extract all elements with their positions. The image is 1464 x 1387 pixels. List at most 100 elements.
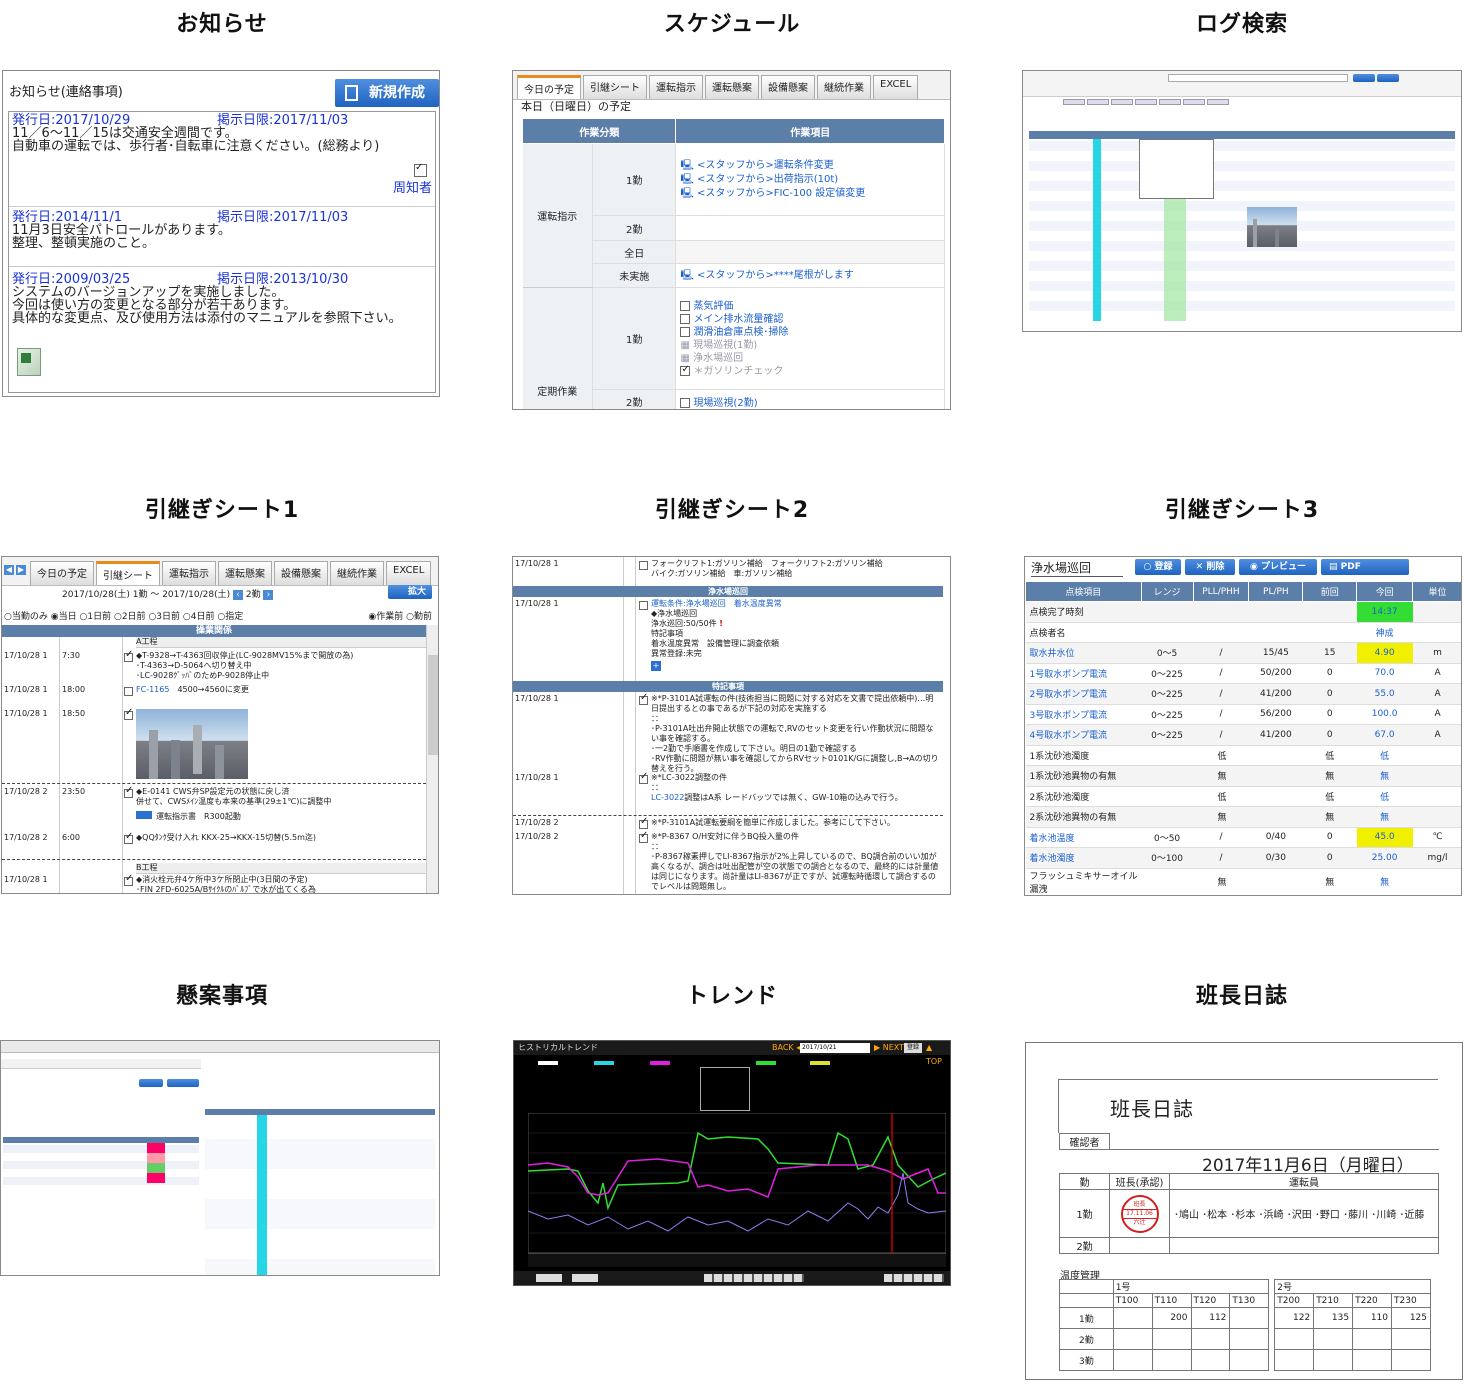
filter-radios: ○当勤のみ ◉当日 ○1日前 ○2日前 ○3日前 ○4日前 ○指定 — [4, 612, 244, 622]
tab-instruction[interactable]: 運転指示 — [649, 75, 703, 99]
task-item[interactable]: ▦ 現場巡視(1勤) — [680, 339, 944, 352]
section-header: 特記事項 — [513, 681, 943, 692]
sort-radios: ◉作業前 ○勤前 — [368, 612, 432, 622]
ack-link[interactable]: 周知者 — [393, 182, 432, 195]
tab-continuous[interactable]: 継続作業 — [817, 75, 871, 99]
tab-today[interactable]: 今日の予定 — [30, 561, 94, 585]
inspection-table: 点検項目 レンジ PLL/PHH PL/PH 前回 今回 単位 点検完了時刻 14:37 点検者… — [1025, 581, 1461, 895]
ack-checkbox[interactable] — [414, 161, 427, 177]
task-item[interactable]: ▦ 浄水場巡回 — [680, 352, 944, 365]
notice-header: お知らせ(連絡事項) — [9, 85, 123, 100]
column-header: T200 — [1274, 1293, 1315, 1308]
notice-item: 発行日:2014/11/1 掲示日限:2017/11/03 11月3日安全パトロー… — [12, 210, 349, 251]
prev-arrow-icon[interactable]: ◀ — [4, 565, 14, 575]
trend-chart[interactable] — [528, 1113, 946, 1253]
expand-button[interactable]: 拡大 — [388, 585, 432, 599]
task-item[interactable]: 蒸気評価 — [680, 300, 944, 313]
back-button[interactable]: BACK ◀ — [772, 1041, 802, 1055]
task-item[interactable]: 潤滑油倉庫点検･掃除 — [680, 326, 944, 339]
new-notice-button[interactable]: 新規作成 — [335, 79, 439, 107]
next-button[interactable]: ▶ NEXT — [874, 1041, 904, 1055]
pdf-button[interactable]: ▤ PDF — [1321, 559, 1409, 575]
title-handover-3: 引継ぎシート3 — [1164, 498, 1320, 523]
link-badge-icon[interactable] — [136, 811, 152, 819]
notice-item: 発行日:2017/10/29 掲示日限:2017/11/03 11／6～11／15… — [12, 114, 432, 204]
table-row: 1号取水ポンプ電流 0～225/50/200 0 70.0 A — [1025, 663, 1461, 684]
pending-new-button[interactable] — [167, 1079, 199, 1087]
plant-photo[interactable] — [136, 709, 248, 779]
tab-op-issue[interactable]: 運転懸案 — [705, 75, 759, 99]
tab-equip-issue[interactable]: 設備懸案 — [274, 561, 328, 585]
column-header: T120 — [1190, 1293, 1231, 1308]
title-trend: トレンド — [685, 984, 778, 1009]
inspection-title: 浄水場巡回 — [1031, 559, 1123, 577]
column-header: T130 — [1229, 1293, 1270, 1308]
table-row: 点検完了時刻 14:37 — [1025, 601, 1461, 623]
log-search-panel — [1022, 70, 1462, 332]
table-row: 1系沈砂池濁度低低低 — [1025, 745, 1461, 766]
scrollbar[interactable] — [426, 625, 438, 893]
register-button[interactable]: ○ 登録 — [1135, 559, 1181, 575]
task-item[interactable]: ＊ガソリンチェック — [680, 363, 944, 378]
column-header: 今回 — [1356, 581, 1414, 602]
handover1-list: A工程 17/10/28 17:30 ◆T-9328→T-4363回収停止(LC… — [2, 637, 426, 893]
trend-titlebar: ヒストリカルトレンド BACK ◀ 2017/10/21 ▶ NEXT 登録 ▲… — [514, 1041, 950, 1066]
task-item[interactable]: メイン排水流量確認 — [680, 313, 944, 326]
pending-detail — [205, 1109, 435, 1275]
excel-attachment-icon[interactable] — [17, 348, 41, 376]
column-header: T210 — [1313, 1293, 1354, 1308]
handover1-panel: 今日の予定 引継シート 運転指示 運転懸案 設備懸案 継続作業 EXCEL ◀ … — [1, 556, 439, 894]
tab-today[interactable]: 今日の予定 — [517, 75, 581, 99]
log-search-input[interactable] — [1168, 74, 1348, 82]
log-output-button[interactable] — [1377, 74, 1399, 82]
date-select[interactable]: 2017/10/21 — [800, 1043, 870, 1053]
approval-stamp: 班長 17.11.06 六辻 — [1120, 1194, 1159, 1233]
schedule-item[interactable]: 🖳 <スタッフから>運転条件変更 — [680, 159, 944, 173]
tab-excel[interactable]: EXCEL — [386, 561, 432, 585]
table-row: 1勤 200 112 122 135 110 125 — [1059, 1307, 1431, 1329]
add-icon[interactable]: + — [651, 661, 661, 671]
title-handover-1: 引継ぎシート1 — [144, 498, 300, 523]
column-header: T220 — [1352, 1293, 1392, 1308]
time-axis — [528, 1253, 946, 1267]
column-header: T100 — [1112, 1293, 1153, 1308]
column-header: T110 — [1151, 1293, 1192, 1308]
handover2-panel: 17/10/28 1 フォークリフト1:ガソリン補給 フォークリフト2:ガソリン… — [512, 556, 951, 895]
task-item[interactable]: 現場巡視(2勤) — [675, 389, 945, 409]
tab-handover[interactable]: 引継シート — [96, 561, 160, 585]
register-button[interactable]: 登録 — [904, 1043, 923, 1053]
title-pending: 懸案事項 — [175, 984, 268, 1009]
table-row: 1系沈砂池異物の有無無無無 — [1025, 765, 1461, 787]
schedule-subtitle: 本日（日曜日）の予定 — [521, 100, 631, 113]
log-search-button[interactable] — [1353, 74, 1375, 82]
schedule-item[interactable]: 🖳 <スタッフから>****尾根がします — [675, 263, 945, 288]
column-header: 単位 — [1412, 581, 1461, 602]
diary-table: 確認者 — [1059, 1133, 1439, 1150]
tab-handover[interactable]: 引継シート — [583, 75, 647, 99]
pending-search-button[interactable] — [139, 1079, 163, 1087]
column-header: PL/PH — [1248, 581, 1304, 602]
column-header: 前回 — [1302, 581, 1358, 602]
shift-next-icon[interactable]: › — [263, 590, 274, 600]
column-header: T230 — [1391, 1293, 1431, 1308]
tab-equip-issue[interactable]: 設備懸案 — [761, 75, 815, 99]
log-search-bar — [1023, 71, 1461, 97]
schedule-item[interactable]: 🖳 <スタッフから>出荷指示(10t) — [680, 173, 944, 187]
tab-instruction[interactable]: 運転指示 — [162, 561, 216, 585]
table-row: 点検者名 神成 — [1025, 622, 1461, 643]
tab-op-issue[interactable]: 運転懸案 — [218, 561, 272, 585]
delete-button[interactable]: ✕ 削除 — [1185, 559, 1235, 575]
column-header: レンジ — [1140, 581, 1194, 602]
table-row: 2系沈砂池異物の有無無無無 — [1025, 806, 1461, 828]
next-arrow-icon[interactable]: ▶ — [16, 565, 26, 575]
table-row: 2系沈砂池濁度低低低 — [1025, 786, 1461, 807]
range-text: 2017/10/28(土) 1勤 ～ 2017/10/28(土) ‹ 2勤 › — [62, 587, 274, 600]
table-row: フラッシュミキサーオイル漏洩無無無 — [1025, 868, 1461, 895]
tab-continuous[interactable]: 継続作業 — [330, 561, 384, 585]
tab-excel[interactable]: EXCEL — [873, 75, 919, 99]
preview-button[interactable]: ◉ プレビュー — [1239, 559, 1317, 575]
schedule-item[interactable]: 🖳 <スタッフから>FIC-100 設定値変更 — [680, 187, 944, 201]
table-row: 着水池温度 0～50/0/40 0 45.0 ℃ — [1025, 827, 1461, 848]
shift-prev-icon[interactable]: ‹ — [232, 590, 243, 600]
title-diary: 班長日誌 — [1195, 984, 1288, 1009]
